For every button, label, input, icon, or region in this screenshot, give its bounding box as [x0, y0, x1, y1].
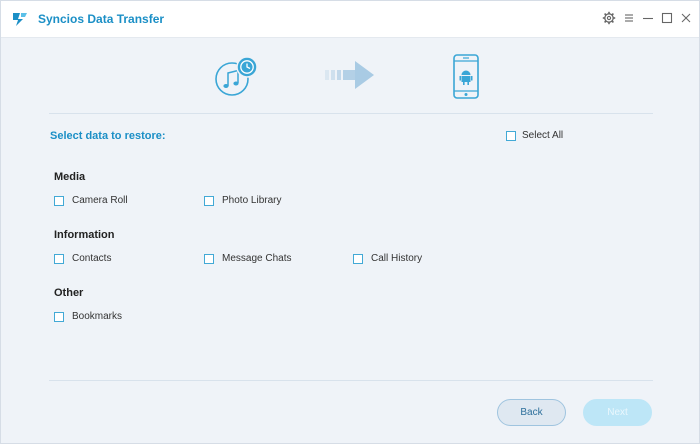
back-button[interactable]: Back: [497, 399, 566, 426]
checkbox-icon[interactable]: [353, 253, 363, 264]
maximize-icon[interactable]: [660, 11, 674, 25]
bottom-divider: [49, 380, 653, 381]
category-information-title: Information: [54, 229, 115, 241]
option-label: Photo Library: [222, 195, 282, 206]
transfer-flow: [1, 53, 699, 103]
option-label: Bookmarks: [72, 311, 123, 322]
app-title: Syncios Data Transfer: [38, 12, 165, 26]
option-camera-roll[interactable]: Camera Roll: [54, 195, 128, 206]
gear-icon[interactable]: [602, 11, 616, 25]
select-all-label: Select All: [522, 130, 564, 141]
menu-icon[interactable]: [622, 11, 636, 25]
app-window: Syncios Data Transfer Select data to res…: [0, 0, 700, 444]
title-bar: Syncios Data Transfer: [1, 1, 699, 38]
select-all-checkbox[interactable]: Select All: [506, 130, 563, 141]
category-media-title: Media: [54, 171, 86, 183]
minimize-icon[interactable]: [641, 11, 655, 25]
checkbox-icon[interactable]: [54, 195, 64, 206]
top-divider: [49, 113, 653, 114]
itunes-backup-icon: [214, 55, 260, 104]
option-label: Message Chats: [222, 253, 292, 264]
option-message-chats[interactable]: Message Chats: [204, 253, 291, 264]
checkbox-icon[interactable]: [204, 195, 214, 206]
checkbox-icon[interactable]: [54, 311, 64, 322]
close-icon[interactable]: [679, 11, 693, 25]
checkbox-icon[interactable]: [54, 253, 64, 264]
arrow-right-icon: [325, 58, 377, 97]
select-data-heading: Select data to restore:: [50, 130, 166, 142]
option-bookmarks[interactable]: Bookmarks: [54, 311, 122, 322]
checkbox-icon[interactable]: [506, 130, 516, 141]
option-label: Camera Roll: [72, 195, 128, 206]
syncios-logo-icon: [11, 11, 29, 27]
option-label: Call History: [371, 253, 423, 264]
category-other-title: Other: [54, 287, 84, 299]
android-phone-icon: [452, 54, 480, 105]
option-label: Contacts: [72, 253, 112, 264]
option-contacts[interactable]: Contacts: [54, 253, 111, 264]
option-call-history[interactable]: Call History: [353, 253, 422, 264]
checkbox-icon[interactable]: [204, 253, 214, 264]
next-button[interactable]: Next: [583, 399, 652, 426]
option-photo-library[interactable]: Photo Library: [204, 195, 281, 206]
